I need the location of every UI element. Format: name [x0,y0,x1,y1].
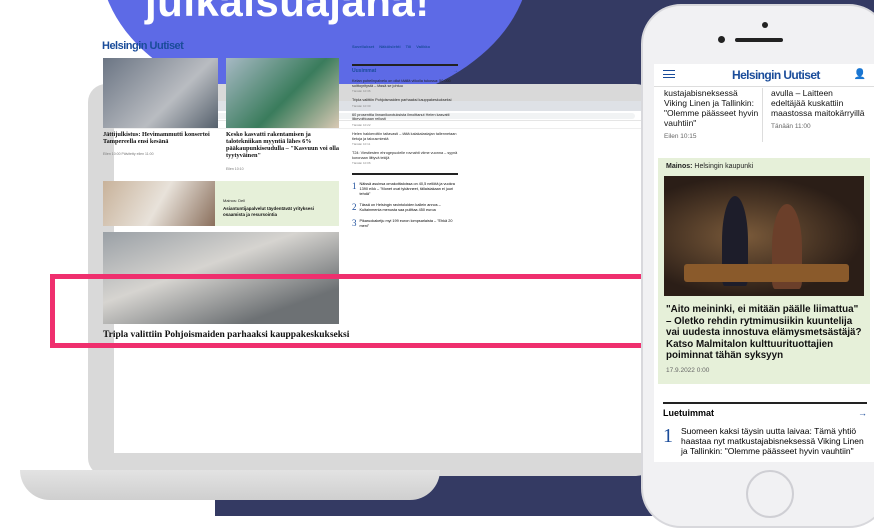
mobile-article[interactable]: kustajabisneksessä Viking Linen ja Talli… [664,88,762,142]
arrow-right-icon[interactable]: → [858,408,867,418]
most-read-item[interactable]: 1 Suomeen kaksi täysin uutta laivaa: Tämä… [663,426,868,456]
list-item-meta: Tänään 10:22 [352,122,371,127]
ad-banner[interactable]: Mainos: Dell Asiantuntijapalvelut täyden… [103,181,339,226]
list-item[interactable]: T24: Viestiesten ehrogepuolelle rovnahti… [352,151,458,160]
top-nav: Sovellukset Näköislehti Tili Valikko [352,44,430,49]
divider [352,173,458,176]
ad-date: 17.9.2022 0:00 [666,367,710,374]
home-button[interactable] [746,470,794,518]
ad-title[interactable]: "Aito meininki, ei mitään päälle liimatt… [666,304,866,362]
headline-text: julkaisuajana! [145,0,430,25]
article-title[interactable]: Jättijulkistus: Hevimammutti konsertoi T… [103,131,218,145]
mobile-ad[interactable]: Mainos: Helsingin kaupunki "Aito meinink… [658,158,870,384]
mobile-article-row: kustajabisneksessä Viking Linen ja Talli… [664,88,869,142]
ad-label: Mainos: Helsingin kaupunki [666,163,754,170]
ad-label: Mainos: Dell [223,198,246,203]
article-meta: Eilen 10:00 Päivitetty eilen 11:00 [103,152,154,156]
nav-item-account[interactable]: Tili [406,44,412,49]
ad-highlight-frame [50,274,652,348]
sensor [718,36,725,43]
list-item[interactable]: Tripla valittiin Pohjoismaiden parhaaksi… [352,98,458,103]
most-read-item[interactable]: 3 Pikaruokaketju myi 199 euron lompsarlai… [352,219,458,228]
list-item-meta: Tänään 10:30 [352,103,371,108]
list-item-meta: Tänään 10:36 [352,89,371,94]
nav-item-menu[interactable]: Valikko [416,44,430,49]
nav-item-apps[interactable]: Sovellukset [352,44,374,49]
front-camera [762,22,768,28]
most-read-item[interactable]: 2 Tässä on Helsingin ravintoloiden kallei… [352,203,458,212]
ad-image [664,176,864,296]
list-item[interactable]: Helen hakkeroitiin taitavasti – tältä ka… [352,132,458,141]
most-read-item[interactable]: 1 Näissä asuinsa omakotitaloissa on 40,5 … [352,182,458,196]
speaker-grille [735,38,783,42]
most-read-heading: Luetuimmat → [663,402,867,418]
ad-text[interactable]: Asiantuntijapalvelut täydentävät yrityks… [223,206,335,217]
mobile-article[interactable]: avulla – Laitteen edeltäjää kuskattiin m… [762,88,869,142]
nav-item-epaper[interactable]: Näköislehti [379,44,400,49]
list-item[interactable]: 60 prosenttia linnanikorotuksista ilmoit… [352,113,458,122]
marimba-shape [684,264,849,282]
mobile-header: Helsingin Uutiset 👤 [654,64,874,87]
article-image[interactable] [103,58,218,128]
mobile-screen: Helsingin Uutiset 👤 kustajabisneksessä V… [654,64,874,462]
mobile-logo[interactable]: Helsingin Uutiset [732,68,820,82]
list-item[interactable]: Kelan puhelinpalvelu on ollut täällä vii… [352,79,458,88]
list-item-meta: Tänään 10:06 [352,161,371,166]
article-title[interactable]: Kesko kasvatti rakentamisen ja talotekni… [226,131,342,159]
site-logo[interactable]: Helsingin Uutiset [102,40,184,52]
ad-image [103,181,215,226]
list-item-meta: Tänään 10:11 [352,142,371,147]
hamburger-icon[interactable] [663,70,675,78]
user-icon[interactable]: 👤 [854,69,866,80]
laptop-base [20,470,440,500]
article-meta: Eilen 10:10 [226,167,244,171]
article-image[interactable] [226,58,339,128]
sidebar-heading: Uusimmat → [352,64,458,74]
sidebar-latest: Uusimmat → Kelan puhelinpalvelu on ollut … [352,64,458,229]
arrow-right-icon[interactable]: → [453,68,458,74]
